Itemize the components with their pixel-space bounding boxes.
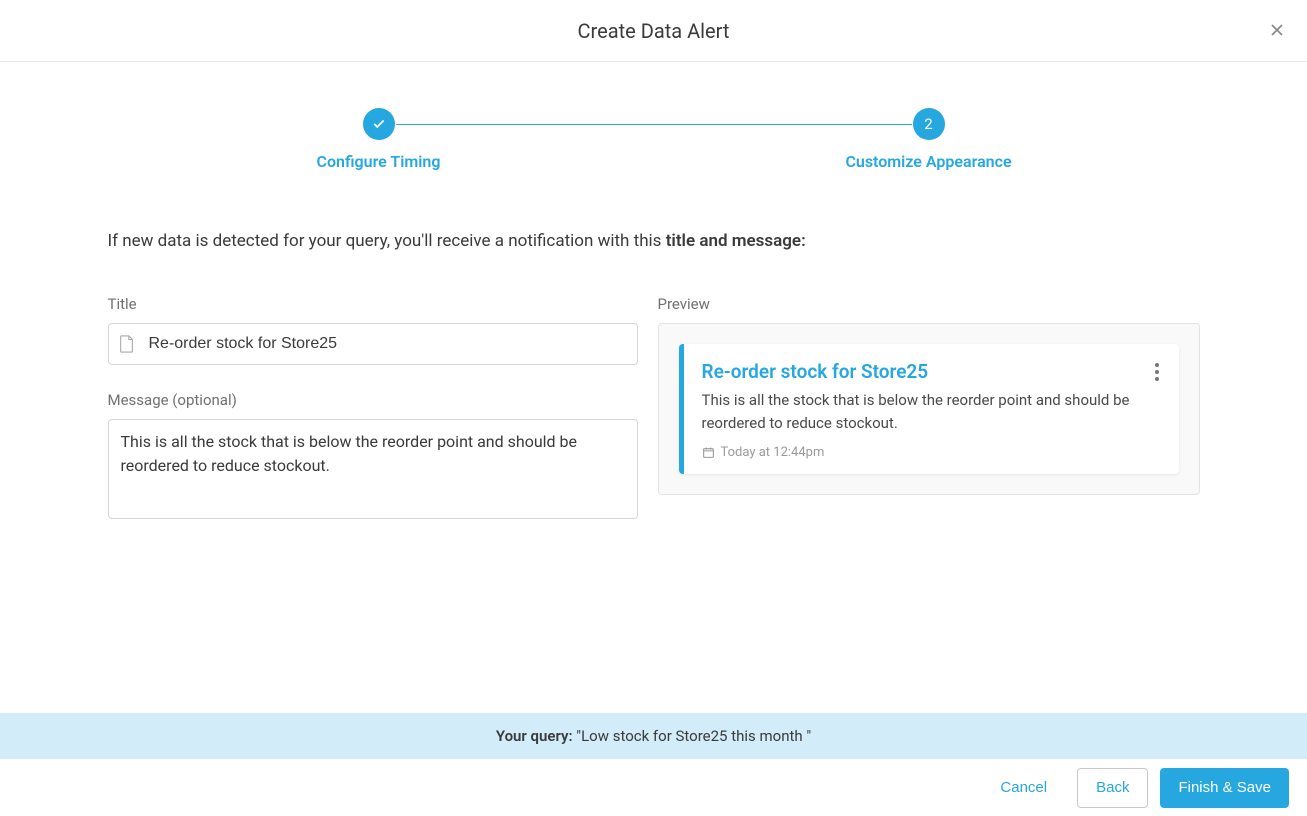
finish-save-button[interactable]: Finish & Save (1160, 768, 1289, 808)
timestamp-text: Today at 12:44pm (721, 445, 825, 460)
instruction-text: If new data is detected for your query, … (108, 229, 1200, 255)
cancel-button[interactable]: Cancel (982, 768, 1065, 808)
stepper: Configure Timing 2 Customize Appearance (108, 108, 1200, 171)
preview-card-timestamp: Today at 12:44pm (702, 445, 1161, 460)
kebab-dot (1155, 370, 1159, 374)
step-customize-appearance[interactable]: 2 Customize Appearance (794, 108, 1064, 171)
document-icon (119, 335, 135, 353)
dialog-content: Configure Timing 2 Customize Appearance … (108, 62, 1200, 523)
step-configure-timing[interactable]: Configure Timing (244, 108, 514, 171)
message-label: Message (optional) (108, 391, 638, 409)
preview-card: Re-order stock for Store25 This is all t… (679, 344, 1179, 475)
preview-label: Preview (658, 295, 1200, 313)
close-icon (1267, 20, 1287, 40)
form-column: Title Message (optional) (108, 295, 638, 523)
message-textarea[interactable] (108, 419, 638, 519)
query-bar: Your query: "Low stock for Store25 this … (0, 713, 1307, 759)
title-input-wrap[interactable] (108, 323, 638, 365)
preview-box: Re-order stock for Store25 This is all t… (658, 323, 1200, 496)
step2-label: Customize Appearance (845, 152, 1011, 171)
query-text: "Low stock for Store25 this month " (573, 727, 812, 745)
instruction-bold: title and message: (666, 231, 806, 251)
dialog-title: Create Data Alert (578, 19, 730, 43)
query-label: Your query: (496, 727, 573, 745)
check-icon (372, 117, 386, 131)
step1-label: Configure Timing (317, 152, 441, 171)
instruction-prefix: If new data is detected for your query, … (108, 231, 666, 251)
form-columns: Title Message (optional) Preview (108, 295, 1200, 523)
preview-card-message: This is all the stock that is below the … (702, 389, 1161, 436)
close-button[interactable] (1267, 20, 1287, 40)
title-input[interactable] (149, 335, 627, 353)
calendar-icon (702, 446, 715, 459)
back-button[interactable]: Back (1077, 768, 1148, 808)
kebab-dot (1155, 377, 1159, 381)
preview-card-title: Re-order stock for Store25 (702, 360, 1161, 383)
dialog-header: Create Data Alert (0, 0, 1307, 62)
step-completed-badge (363, 108, 395, 140)
step-number-badge: 2 (913, 108, 945, 140)
preview-card-menu[interactable] (1145, 360, 1169, 384)
kebab-dot (1155, 363, 1159, 367)
step-connector-wrap (514, 108, 794, 140)
preview-column: Preview Re-order stock for Store25 This … (658, 295, 1200, 523)
title-label: Title (108, 295, 638, 313)
dialog-footer: Cancel Back Finish & Save (0, 759, 1307, 816)
step2-number: 2 (924, 115, 932, 133)
